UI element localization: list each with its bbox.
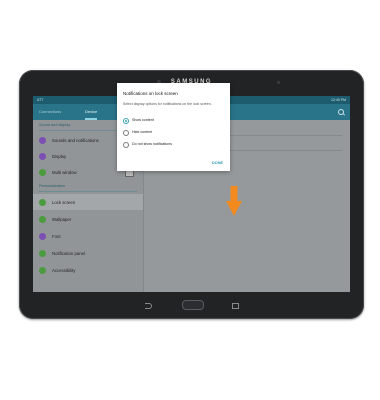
notifications-dialog: Notifications on lock screen Select disp… bbox=[117, 83, 230, 171]
radio-icon[interactable] bbox=[123, 142, 129, 148]
option-label: Show content bbox=[132, 118, 154, 122]
sidebar-item-label: Lock screen bbox=[52, 200, 76, 205]
tab-connections[interactable]: Connections bbox=[39, 104, 61, 120]
dialog-description: Select display options for notifications… bbox=[123, 102, 212, 106]
option-show-content[interactable]: Show content bbox=[123, 117, 223, 125]
carrier-label: ATT bbox=[37, 98, 44, 102]
sidebar-item-label: Accessibility bbox=[52, 268, 76, 273]
sidebar-item-label: Display bbox=[52, 154, 67, 159]
sidebar-item-label: Wallpaper bbox=[52, 217, 72, 222]
sidebar-item-label: Sounds and notifications bbox=[52, 138, 99, 143]
display-icon bbox=[39, 153, 46, 160]
multi-window-icon bbox=[39, 169, 46, 176]
radio-selected-icon[interactable] bbox=[123, 118, 129, 124]
home-button[interactable] bbox=[182, 300, 204, 310]
multi-window-toggle[interactable] bbox=[125, 170, 134, 177]
sidebar-item-lock-screen[interactable]: Lock screen bbox=[33, 194, 143, 210]
wallpaper-icon bbox=[39, 216, 46, 223]
clock: 12:45 PM bbox=[331, 98, 346, 102]
option-label: Hide content bbox=[132, 130, 153, 134]
sidebar-item-label: Multi window bbox=[52, 170, 77, 175]
sounds-icon bbox=[39, 137, 46, 144]
sidebar-item-accessibility[interactable]: Accessibility bbox=[39, 262, 139, 278]
sidebar-item-label: Font bbox=[52, 234, 61, 239]
hardware-nav-bar bbox=[19, 292, 364, 319]
section-divider bbox=[39, 191, 137, 192]
section-header-personalization: Personalization bbox=[39, 184, 65, 188]
sidebar-item-wallpaper[interactable]: Wallpaper bbox=[39, 211, 139, 227]
radio-icon[interactable] bbox=[123, 130, 129, 136]
sidebar-item-notification-panel[interactable]: Notification panel bbox=[39, 245, 139, 261]
dialog-title: Notifications on lock screen bbox=[123, 91, 178, 96]
section-header-sound-display: Sound and display bbox=[39, 123, 71, 127]
done-button[interactable]: DONE bbox=[212, 161, 223, 165]
recent-apps-icon[interactable] bbox=[232, 303, 239, 309]
sensor-icon bbox=[277, 81, 280, 84]
font-icon bbox=[39, 233, 46, 240]
accessibility-icon bbox=[39, 267, 46, 274]
arrow-down-icon bbox=[226, 186, 242, 216]
option-hide-content[interactable]: Hide content bbox=[123, 129, 223, 137]
sidebar-item-label: Notification panel bbox=[52, 251, 85, 256]
tab-device[interactable]: Device bbox=[85, 104, 98, 120]
lock-screen-icon bbox=[39, 199, 46, 206]
notification-panel-icon bbox=[39, 250, 46, 257]
search-icon[interactable] bbox=[338, 109, 344, 115]
option-label: Do not show notifications bbox=[132, 142, 172, 146]
back-icon[interactable] bbox=[145, 303, 152, 309]
option-do-not-show[interactable]: Do not show notifications bbox=[123, 141, 223, 149]
sidebar-item-font[interactable]: Font bbox=[39, 228, 139, 244]
